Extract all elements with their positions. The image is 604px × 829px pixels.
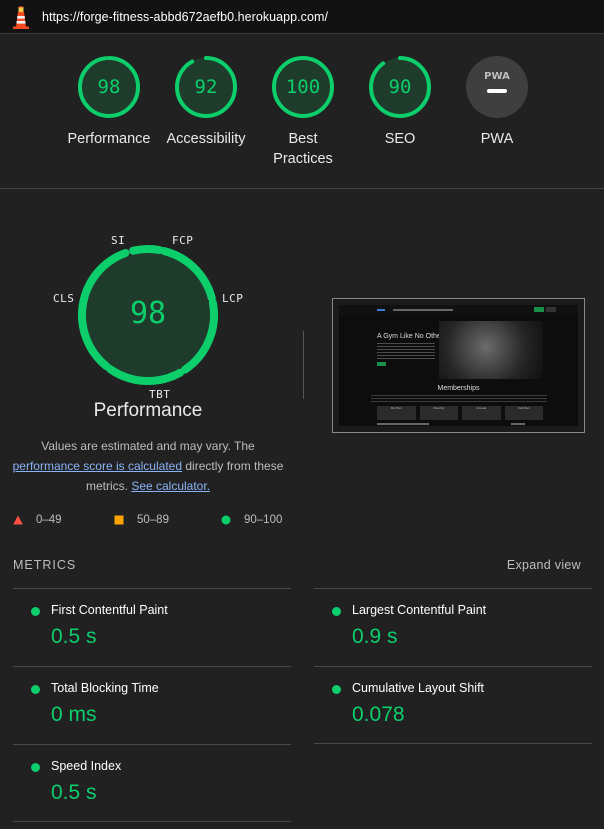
metric-name: Largest Contentful Paint: [352, 603, 487, 617]
gauge-score: 92: [195, 76, 218, 98]
gauge-label: Performance: [67, 131, 151, 147]
score-ring-icon: 92: [175, 56, 237, 118]
pass-dot-icon: [31, 685, 40, 694]
expand-view-toggle[interactable]: Expand view: [507, 558, 581, 572]
circle-pass-icon: [221, 515, 231, 525]
performance-note: Values are estimated and may vary. The p…: [0, 436, 296, 496]
performance-score: 98: [130, 296, 166, 331]
score-ring-icon: 98: [78, 56, 140, 118]
gauge-label: PWA: [480, 131, 514, 147]
screenshot-headline: A Gym Like No Other: [377, 333, 444, 340]
legend-range: 50–89: [137, 514, 169, 526]
metric-divider: [13, 821, 291, 822]
gauge-label: Accessibility: [166, 131, 246, 147]
gauge-label-lcp: LCP: [222, 292, 244, 305]
metric-value: 0.078: [352, 703, 405, 726]
final-screenshot[interactable]: A Gym Like No Other Memberships My Plan …: [332, 298, 585, 433]
gauge-performance[interactable]: 98 Performance: [54, 54, 164, 149]
square-average-icon: [114, 515, 124, 525]
triangle-fail-icon: [13, 515, 23, 525]
see-calculator-link[interactable]: See calculator.: [131, 479, 210, 493]
legend-fail: 0–49: [13, 514, 62, 526]
gauge-accessibility[interactable]: 92 Accessibility: [151, 54, 261, 149]
gauge-score: 98: [98, 76, 121, 98]
gauge-label: SEO: [384, 131, 416, 147]
gauge-label-cls: CLS: [53, 292, 75, 305]
gauge-seo[interactable]: 90 SEO: [345, 54, 455, 149]
legend-pass: 90–100: [221, 514, 282, 526]
lighthouse-logo-icon: [13, 6, 29, 29]
score-ring-icon: 100: [272, 56, 334, 118]
screenshot-navbar: [339, 305, 578, 315]
vertical-divider: [303, 331, 304, 399]
pass-dot-icon: [332, 607, 341, 616]
note-text: Values are estimated and may vary. The: [41, 439, 255, 453]
pwa-badge-text: PWA: [484, 71, 510, 82]
metric-divider: [314, 743, 592, 744]
performance-title: Performance: [93, 400, 203, 421]
metric-name: Total Blocking Time: [51, 681, 159, 695]
pass-dot-icon: [332, 685, 341, 694]
metric-value: 0.5 s: [51, 625, 97, 648]
gauge-label-si: SI: [111, 234, 126, 247]
gauge-arc-si: [129, 245, 164, 255]
legend-average: 50–89: [114, 514, 169, 526]
gauge-score: 100: [286, 76, 320, 98]
performance-score-link[interactable]: performance score is calculated: [13, 459, 182, 473]
metric-value: 0 ms: [51, 703, 97, 726]
metric-first-contentful-paint: First Contentful Paint 0.5 s: [13, 588, 291, 667]
gauge-score: 90: [389, 76, 412, 98]
screenshot-section: Memberships: [437, 385, 480, 392]
gauge-label-fcp: FCP: [172, 234, 194, 247]
metric-name: Speed Index: [51, 759, 122, 773]
gauge-best-practices[interactable]: 100 Best Practices: [248, 54, 358, 169]
metric-value: 0.9 s: [352, 625, 398, 648]
legend-range: 0–49: [36, 514, 62, 526]
metric-largest-contentful-paint: Largest Contentful Paint 0.9 s: [314, 588, 592, 667]
gauge-pwa[interactable]: PWA PWA: [442, 54, 552, 149]
screenshot-plan: My Plan: [377, 406, 416, 420]
screenshot-hero-image: [439, 321, 543, 379]
screenshot-page: A Gym Like No Other Memberships My Plan …: [339, 305, 578, 426]
metric-total-blocking-time: Total Blocking Time 0 ms: [13, 666, 291, 745]
category-gauges: 98 Performance 92 Accessibility 100 Best…: [0, 34, 604, 189]
pass-dot-icon: [31, 763, 40, 772]
metric-name: Cumulative Layout Shift: [352, 681, 485, 695]
performance-gauge: 98: [78, 245, 218, 385]
pass-dot-icon: [31, 607, 40, 616]
metric-name: First Contentful Paint: [51, 603, 168, 617]
legend-range: 90–100: [244, 514, 283, 526]
screenshot-plan: Full Plan: [504, 406, 543, 420]
screenshot-plan: Monthly: [419, 406, 458, 420]
screenshot-plans: My Plan Monthly Annual Full Plan: [377, 406, 543, 420]
metrics-header: METRICS: [13, 558, 77, 572]
score-ring-icon: 90: [369, 56, 431, 118]
gauge-label: Best Practices: [273, 131, 333, 167]
metric-value: 0.5 s: [51, 781, 97, 804]
metric-cumulative-layout-shift: Cumulative Layout Shift 0.078: [314, 666, 592, 745]
pwa-badge-icon: PWA: [466, 56, 528, 118]
screenshot-plan: Annual: [462, 406, 501, 420]
report-url[interactable]: https://forge-fitness-abbd672aefb0.herok…: [42, 10, 328, 24]
top-bar: https://forge-fitness-abbd672aefb0.herok…: [0, 0, 604, 34]
metric-speed-index: Speed Index 0.5 s: [13, 744, 291, 823]
